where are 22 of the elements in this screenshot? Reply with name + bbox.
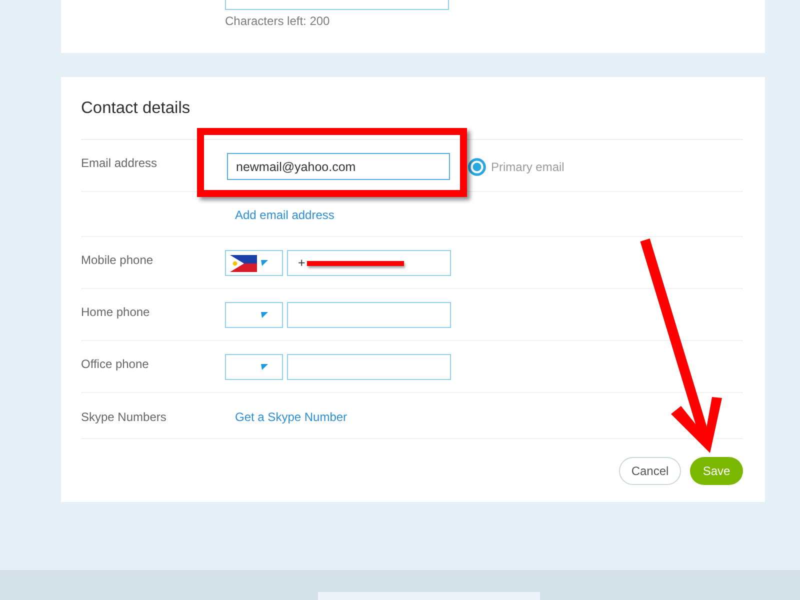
field-label: Mobile phone — [81, 252, 154, 269]
field-label: Skype Numbers — [81, 409, 166, 426]
field-label: Home phone — [81, 304, 150, 321]
caret-icon — [261, 260, 268, 266]
text-area[interactable] — [225, 0, 449, 10]
flag-icon — [230, 254, 257, 272]
country-select[interactable] — [225, 250, 283, 276]
field-label: Email address — [81, 155, 158, 172]
email-field[interactable]: newmail@yahoo.com — [227, 153, 450, 180]
skype-number-link[interactable]: Get a Skype Number — [235, 407, 348, 427]
caret-icon — [261, 312, 268, 318]
phone-field[interactable] — [287, 302, 451, 328]
section-title: Contact details — [81, 98, 190, 118]
characters-left-hint: Characters left: 200 — [225, 14, 330, 29]
caret-icon — [261, 364, 268, 370]
phone-field[interactable]: + — [287, 250, 451, 276]
field-label: Office phone — [81, 356, 149, 373]
cancel-button[interactable]: Cancel — [619, 457, 681, 485]
radio-button[interactable] — [468, 158, 486, 176]
phone-field[interactable] — [287, 354, 451, 380]
add-email-link[interactable]: Add email address — [235, 205, 334, 225]
radio-label: Primary email — [491, 158, 564, 176]
